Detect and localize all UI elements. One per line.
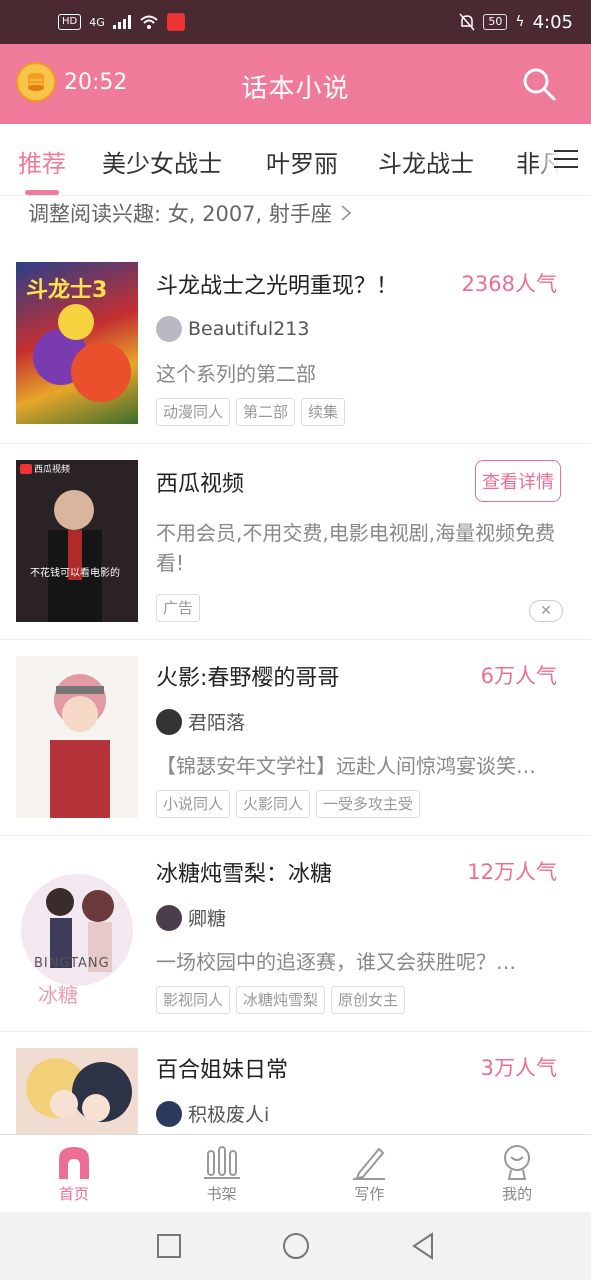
tab-doulong[interactable]: 斗龙战士 xyxy=(378,144,474,179)
home-circle-icon[interactable] xyxy=(282,1232,310,1260)
ad-cover: 西瓜视频 不花钱可以看电影的 xyxy=(16,460,138,622)
home-icon xyxy=(58,1147,89,1179)
story-description: 这个系列的第二部 xyxy=(156,362,316,386)
story-item[interactable]: 火影:春野樱的哥哥 6万人气 君陌落 【锦瑟安年文学社】远赴人间惊鸿宴谈笑… 小… xyxy=(0,640,591,836)
story-cover xyxy=(16,656,138,818)
story-tag[interactable]: 动漫同人 xyxy=(156,398,231,426)
menu-icon xyxy=(554,150,578,168)
story-cover: 冰糖 BINGTANG xyxy=(16,852,138,1014)
story-tags: 小说同人 火影同人 一受多攻主受 xyxy=(156,790,421,818)
chevron-right-icon xyxy=(341,205,352,221)
ad-cover-logo: 西瓜视频 xyxy=(34,465,71,475)
hd-indicator: HD xyxy=(58,14,82,30)
nav-write[interactable]: 写作 xyxy=(296,1135,444,1212)
nav-profile-label: 我的 xyxy=(502,1185,533,1203)
bookshelf-icon xyxy=(203,1146,240,1179)
popularity-count: 3万人气 xyxy=(480,1056,557,1080)
story-cover: 斗龙士3 xyxy=(16,262,138,424)
interest-text: 调整阅读兴趣: 女, 2007, 射手座 xyxy=(28,202,332,226)
avatar xyxy=(156,316,182,342)
popularity-count: 2368人气 xyxy=(461,272,557,296)
story-author[interactable]: Beautiful213 xyxy=(156,316,309,342)
story-title: 百合姐妹日常 xyxy=(156,1058,289,1083)
tab-menu-button[interactable] xyxy=(541,124,591,194)
story-tags: 动漫同人 第二部 续集 xyxy=(156,398,346,426)
story-tag[interactable]: 续集 xyxy=(301,398,346,426)
app-header: 20:52 话本小说 xyxy=(0,44,591,124)
tab-active-indicator xyxy=(25,190,59,195)
story-author[interactable]: 君陌落 xyxy=(156,708,245,735)
close-ad-button[interactable]: ✕ xyxy=(529,600,563,622)
story-tag[interactable]: 原创女主 xyxy=(331,986,406,1014)
story-tags: 影视同人 冰糖炖雪梨 原创女主 xyxy=(156,986,406,1014)
story-item[interactable]: 斗龙士3 斗龙战士之光明重现？！ 2368人气 Beautiful213 这个系… xyxy=(0,248,591,444)
story-tag[interactable]: 冰糖炖雪梨 xyxy=(236,986,326,1014)
ad-description: 不用会员,不用交费,电影电视剧,海量视频免费看! xyxy=(156,521,556,575)
ad-label: 广告 xyxy=(156,594,201,622)
network-indicator: 4G xyxy=(89,15,105,29)
status-time: 4:05 xyxy=(532,11,573,33)
author-name: Beautiful213 xyxy=(188,318,310,340)
nav-profile[interactable]: 我的 xyxy=(443,1135,591,1212)
bottom-navigation: 首页 书架 写作 我的 xyxy=(0,1134,591,1212)
author-name: 君陌落 xyxy=(188,712,246,734)
story-tag[interactable]: 小说同人 xyxy=(156,790,231,818)
story-title: 火影:春野樱的哥哥 xyxy=(156,666,340,691)
avatar xyxy=(156,904,182,931)
ad-tags: 广告 xyxy=(156,594,201,622)
story-author[interactable]: 卿糖 xyxy=(156,904,226,931)
story-description: 一场校园中的追逐赛，谁又会获胜呢？… xyxy=(156,950,516,974)
popularity-count: 6万人气 xyxy=(480,664,557,688)
story-tag[interactable]: 第二部 xyxy=(236,398,296,426)
nav-home[interactable]: 首页 xyxy=(0,1135,148,1212)
system-navigation-bar xyxy=(0,1212,591,1280)
tab-recommend[interactable]: 推荐 xyxy=(18,144,66,179)
svg-text:斗龙士3: 斗龙士3 xyxy=(26,278,107,303)
cover-title-text: BINGTANG xyxy=(34,956,110,971)
avatar xyxy=(156,708,182,735)
story-title: 斗龙战士之光明重现？！ xyxy=(156,274,399,299)
story-tag[interactable]: 影视同人 xyxy=(156,986,231,1014)
ad-title: 西瓜视频 xyxy=(156,472,245,497)
back-triangle-icon[interactable] xyxy=(410,1232,436,1260)
story-cover xyxy=(16,1048,138,1134)
charging-icon: ϟ xyxy=(515,14,525,30)
nav-home-label: 首页 xyxy=(58,1185,89,1203)
story-item[interactable]: 百合姐妹日常 3万人气 积极废人i xyxy=(0,1032,591,1134)
author-name: 卿糖 xyxy=(188,908,227,930)
app-notification-icon xyxy=(166,13,185,31)
nav-bookshelf-label: 书架 xyxy=(206,1185,237,1203)
view-details-button[interactable]: 查看详情 xyxy=(475,460,561,502)
nav-write-label: 写作 xyxy=(354,1185,385,1203)
search-icon[interactable] xyxy=(521,66,557,102)
interest-adjust-link[interactable]: 调整阅读兴趣: 女, 2007, 射手座 xyxy=(28,198,354,228)
nav-bookshelf[interactable]: 书架 xyxy=(148,1135,296,1212)
status-bar: HD 4G 50 ϟ 4:05 xyxy=(0,0,591,44)
wifi-icon xyxy=(140,15,158,29)
signal-icon xyxy=(112,15,131,29)
tab-yeluoli[interactable]: 叶罗丽 xyxy=(266,144,338,179)
avatar xyxy=(156,1100,182,1127)
story-tag[interactable]: 火影同人 xyxy=(236,790,311,818)
profile-icon xyxy=(504,1145,531,1180)
story-tag[interactable]: 一受多攻主受 xyxy=(316,790,421,818)
story-title: 冰糖炖雪梨：冰糖 xyxy=(156,862,333,887)
mute-bell-icon xyxy=(459,13,475,31)
ad-item[interactable]: 西瓜视频 不花钱可以看电影的 西瓜视频 查看详情 不用会员,不用交费,电影电视剧… xyxy=(0,444,591,640)
story-author[interactable]: 积极废人i xyxy=(156,1100,269,1127)
category-tabs: 推荐 美少女战士 叶罗丽 斗龙战士 非凡 xyxy=(0,124,591,196)
recent-apps-icon[interactable] xyxy=(156,1233,182,1259)
story-item[interactable]: 冰糖 BINGTANG 冰糖炖雪梨：冰糖 12万人气 卿糖 一场校园中的追逐赛，… xyxy=(0,836,591,1032)
popularity-count: 12万人气 xyxy=(467,860,557,884)
svg-text:冰糖: 冰糖 xyxy=(38,983,78,1007)
app-title: 话本小说 xyxy=(241,74,350,104)
pen-icon xyxy=(353,1147,386,1180)
tab-sailor-moon[interactable]: 美少女战士 xyxy=(102,144,222,179)
author-name: 积极废人i xyxy=(188,1104,270,1126)
story-description: 【锦瑟安年文学社】远赴人间惊鸿宴谈笑… xyxy=(156,754,536,778)
ad-cover-caption: 不花钱可以看电影的 xyxy=(30,568,120,579)
battery-indicator: 50 xyxy=(483,14,508,30)
